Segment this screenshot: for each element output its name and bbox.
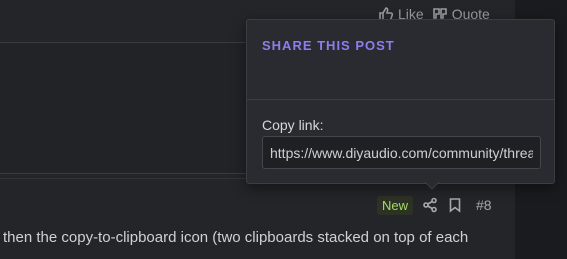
popover-arrow — [425, 182, 439, 190]
share-popover-title: SHARE THIS POST — [262, 38, 395, 53]
post-body-text: then the copy-to-clipboard icon (two cli… — [3, 229, 469, 246]
post-number-link[interactable]: #8 — [476, 197, 492, 213]
share-popover: SHARE THIS POST Copy link: — [246, 19, 555, 184]
new-badge: New — [377, 195, 414, 215]
bookmark-button[interactable] — [447, 197, 463, 213]
copy-link-label: Copy link: — [262, 117, 324, 133]
page: Like Quote New #8 then the copy-to-clipb… — [0, 0, 567, 259]
post-meta: New #8 — [377, 194, 492, 216]
copy-link-input[interactable] — [262, 136, 541, 169]
share-icon — [423, 197, 437, 213]
popover-divider — [247, 99, 554, 100]
share-button[interactable] — [422, 197, 438, 213]
bookmark-icon — [449, 198, 461, 213]
